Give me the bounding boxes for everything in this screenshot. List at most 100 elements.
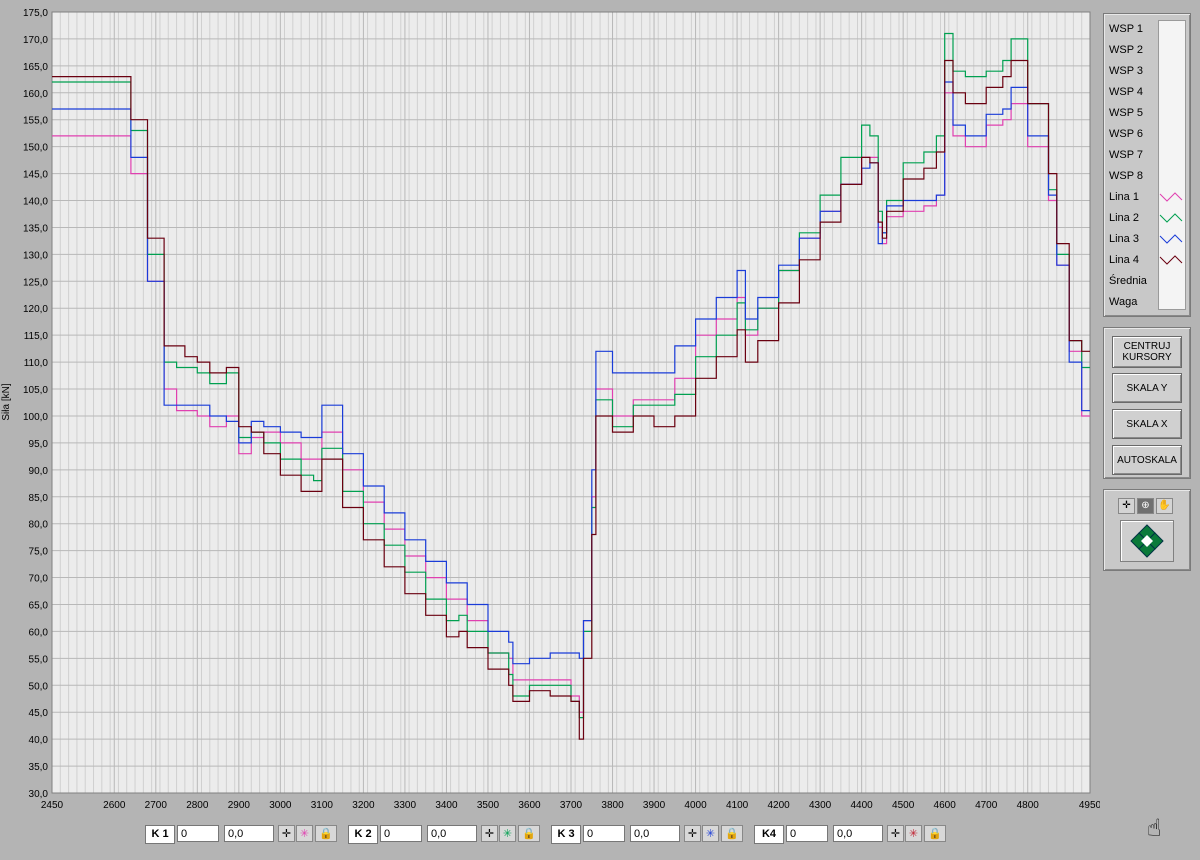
x-tick-label: 3800: [601, 800, 624, 811]
cursor-move-icon[interactable]: ✛: [1118, 498, 1135, 514]
x-tick-label: 4100: [726, 800, 749, 811]
cursor-lock-icon[interactable]: 🔒: [924, 825, 946, 842]
x-tick-label: 4500: [892, 800, 915, 811]
x-tick-label: 2800: [186, 800, 209, 811]
scale-y-button[interactable]: SKALA Y: [1112, 373, 1182, 403]
legend-swatch: [1159, 255, 1183, 265]
x-tick-label: 3900: [643, 800, 666, 811]
x-tick-label: 4700: [975, 800, 998, 811]
legend-item-label: Lina 4: [1109, 254, 1139, 266]
cursor-x-field[interactable]: 0: [380, 825, 422, 842]
x-tick-label: 3200: [352, 800, 375, 811]
cursor-label: K 1: [145, 825, 175, 844]
legend-item-label: Lina 3: [1109, 233, 1139, 245]
x-tick-label: 4200: [767, 800, 790, 811]
cursor-x-field[interactable]: 0: [786, 825, 828, 842]
legend-swatch: [1159, 213, 1183, 223]
cursor-x-field[interactable]: 0: [583, 825, 625, 842]
y-tick-label: 75,0: [29, 547, 49, 558]
legend-item-label: WSP 1: [1109, 23, 1144, 35]
y-tick-label: 135,0: [23, 223, 48, 234]
cursor-move-icon[interactable]: ✛: [278, 825, 295, 842]
legend-item-label: WSP 5: [1109, 107, 1144, 119]
legend-swatch: [1159, 192, 1183, 202]
y-tick-label: 140,0: [23, 197, 48, 208]
y-tick-label: 155,0: [23, 116, 48, 127]
x-tick-label: 3100: [311, 800, 334, 811]
cursor-style-icon[interactable]: ✳: [702, 825, 719, 842]
y-tick-label: 45,0: [29, 708, 49, 719]
y-tick-label: 80,0: [29, 520, 49, 531]
y-tick-label: 55,0: [29, 654, 49, 665]
y-tick-label: 120,0: [23, 304, 48, 315]
y-tick-label: 65,0: [29, 600, 49, 611]
x-tick-label: 4950: [1079, 800, 1100, 811]
x-tick-label: 2450: [41, 800, 64, 811]
cursor-style-icon[interactable]: ✳: [905, 825, 922, 842]
cursor-label: K4: [754, 825, 784, 844]
cursor-move-icon[interactable]: ✛: [684, 825, 701, 842]
scale-x-label: SKALA X: [1126, 418, 1168, 430]
x-tick-label: 4800: [1017, 800, 1040, 811]
center-cursors-button[interactable]: CENTRUJ KURSORY: [1112, 336, 1182, 368]
force-chart[interactable]: 30,0 35,0 40,0 45,0 50,0 55,0 60,0 65,0 70,0 75,0…: [0, 0, 1100, 825]
y-tick-label: 60,0: [29, 627, 49, 638]
scale-x-button[interactable]: SKALA X: [1112, 409, 1182, 439]
x-tick-label: 2600: [103, 800, 126, 811]
x-tick-label: 4400: [851, 800, 874, 811]
y-tick-label: 85,0: [29, 493, 49, 504]
y-tick-label: 125,0: [23, 277, 48, 288]
y-tick-label: 150,0: [23, 143, 48, 154]
plot-legend: WSP 1 WSP 2 WSP 3 WSP 4 WSP 5 WSP 6 WSP 7 WSP 8…: [1103, 13, 1191, 317]
x-axis-ticks: 2450 2600 2700 2800 2900 3000 3100 3200 3300 3400…: [41, 800, 1100, 811]
cursor-y-field[interactable]: 0,0: [224, 825, 274, 842]
x-tick-label: 3700: [560, 800, 583, 811]
x-tick-label: 3600: [518, 800, 541, 811]
navigation-diamond-icon[interactable]: [1120, 520, 1174, 562]
autoscale-button[interactable]: AUTOSKALA: [1112, 445, 1182, 475]
y-tick-label: 40,0: [29, 735, 49, 746]
x-tick-label: 4300: [809, 800, 832, 811]
y-tick-label: 90,0: [29, 466, 49, 477]
y-tick-label: 160,0: [23, 89, 48, 100]
cursor-label: K 2: [348, 825, 378, 844]
legend-item-label: WSP 8: [1109, 170, 1144, 182]
legend-item-label: Średnia: [1109, 275, 1147, 287]
cursor-y-field[interactable]: 0,0: [630, 825, 680, 842]
cursor-lock-icon[interactable]: 🔒: [721, 825, 743, 842]
cursor-style-icon[interactable]: ✳: [296, 825, 313, 842]
cursor-style-icon[interactable]: ✳: [499, 825, 516, 842]
x-tick-label: 4000: [684, 800, 707, 811]
cursor-y-field[interactable]: 0,0: [427, 825, 477, 842]
cursor-x-field[interactable]: 0: [177, 825, 219, 842]
legend-item-label: Waga: [1109, 296, 1138, 308]
y-tick-label: 170,0: [23, 35, 48, 46]
legend-item-label: WSP 3: [1109, 65, 1144, 77]
y-tick-label: 110,0: [24, 358, 49, 369]
y-tick-label: 95,0: [29, 439, 49, 450]
legend-swatch: [1159, 234, 1183, 244]
y-tick-label: 105,0: [23, 385, 48, 396]
cursor-bar: K 1 0 0,0 ✛ ✳ 🔒 K 2 0 0,0 ✛ ✳ 🔒 K 3 0 0,0 ✛ ✳ 🔒 K4 0 0,0 ✛ ✳ 🔒: [145, 825, 955, 844]
cursor-y-field[interactable]: 0,0: [833, 825, 883, 842]
cursor-move-icon[interactable]: ✛: [481, 825, 498, 842]
x-tick-label: 4600: [934, 800, 957, 811]
cursor-move-icon[interactable]: ✛: [887, 825, 904, 842]
y-tick-label: 100,0: [23, 412, 48, 423]
legend-item-label: WSP 6: [1109, 128, 1144, 140]
y-tick-label: 165,0: [23, 62, 48, 73]
y-axis-ticks: 30,0 35,0 40,0 45,0 50,0 55,0 60,0 65,0 70,0 75,0…: [23, 8, 48, 800]
y-tick-label: 145,0: [23, 170, 48, 181]
cursor-lock-icon[interactable]: 🔒: [518, 825, 540, 842]
cursor-label: K 3: [551, 825, 581, 844]
y-tick-label: 30,0: [29, 789, 49, 800]
legend-item-label: Lina 2: [1109, 212, 1139, 224]
hand-pointer-icon: ☝: [1147, 815, 1162, 842]
zoom-icon[interactable]: ⊕: [1137, 498, 1154, 514]
legend-item-label: WSP 2: [1109, 44, 1144, 56]
y-tick-label: 115,0: [24, 331, 49, 342]
cursor-lock-icon[interactable]: 🔒: [315, 825, 337, 842]
pan-hand-icon[interactable]: ✋: [1156, 498, 1173, 514]
scale-y-label: SKALA Y: [1126, 382, 1168, 394]
y-tick-label: 130,0: [23, 250, 48, 261]
